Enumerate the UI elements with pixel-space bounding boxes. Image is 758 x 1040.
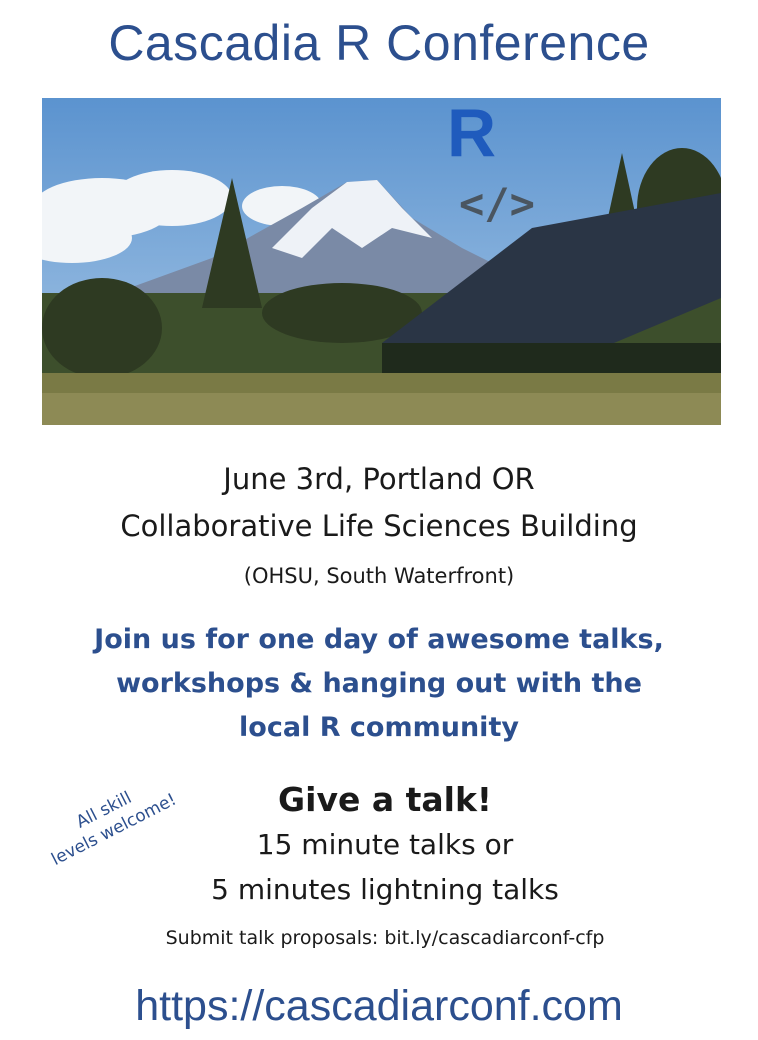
r-logo-letter: R	[447, 98, 496, 171]
website-link[interactable]: https://cascadiarconf.com	[0, 982, 758, 1031]
page-title: Cascadia R Conference	[108, 15, 650, 71]
invite-line-1: Join us for one day of awesome talks,	[94, 624, 664, 655]
talks-line-2: 5 minutes lightning talks	[211, 873, 559, 906]
invite-line-3: local R community	[239, 712, 519, 743]
hero-photo: R </>	[42, 98, 721, 425]
talks-line-1: 15 minute talks or	[256, 828, 514, 861]
event-location-detail: (OHSU, South Waterfront)	[243, 564, 515, 588]
event-building: Collaborative Life Sciences Building	[120, 509, 638, 543]
event-date-place: June 3rd, Portland OR	[223, 462, 535, 496]
talks-heading: Give a talk!	[278, 780, 492, 819]
submit-proposals-text[interactable]: Submit talk proposals: bit.ly/cascadiarc…	[0, 927, 758, 949]
code-brackets-icon: </>	[459, 179, 535, 228]
invite-line-2: workshops & hanging out with the	[116, 668, 642, 699]
